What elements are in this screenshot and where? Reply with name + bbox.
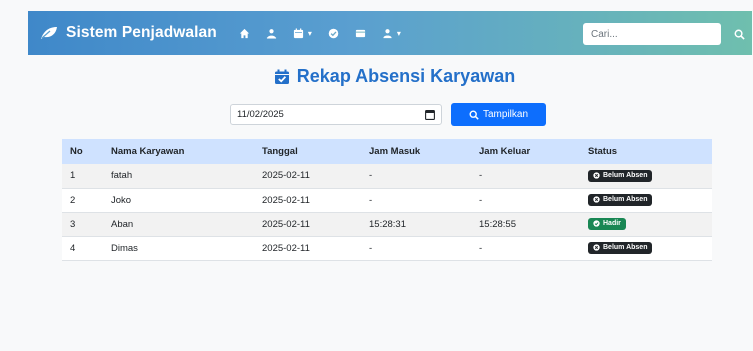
cell-name: Dimas: [103, 236, 254, 261]
table-row: 3 Aban 2025-02-11 15:28:31 15:28:55 Hadi…: [62, 212, 712, 237]
user-icon: [383, 28, 392, 38]
nav-check[interactable]: [320, 11, 347, 55]
chevron-down-icon: ▾: [307, 28, 312, 38]
calendar-icon: [293, 27, 303, 38]
cell-name: Aban: [103, 212, 254, 237]
table-header-row: No Nama Karyawan Tanggal Jam Masuk Jam K…: [62, 139, 712, 164]
nav-home[interactable]: [231, 11, 258, 55]
search-icon: [469, 109, 479, 120]
header-name: Nama Karyawan: [103, 139, 254, 164]
header-no: No: [62, 139, 103, 164]
home-icon: [239, 28, 249, 38]
table-row: 2 Joko 2025-02-11 - - Belum Absen: [62, 188, 712, 213]
search-input[interactable]: [583, 23, 721, 45]
cell-status: Hadir: [580, 212, 712, 237]
page-title: Rekap Absensi Karyawan: [0, 66, 753, 87]
search-icon: [734, 29, 745, 40]
navbar: Sistem Penjadwalan ▾ ▾: [28, 11, 752, 55]
check-circle-icon: [593, 220, 600, 227]
header-status: Status: [580, 139, 712, 164]
brand-title: Sistem Penjadwalan: [66, 24, 217, 41]
cell-check-out: -: [471, 188, 580, 213]
status-badge: Belum Absen: [588, 193, 653, 206]
x-circle-icon: [593, 172, 600, 179]
status-badge: Belum Absen: [588, 241, 653, 254]
cell-check-in: 15:28:31: [361, 212, 471, 237]
date-value: 11/02/2025: [237, 109, 284, 120]
header-date: Tanggal: [254, 139, 361, 164]
x-circle-icon: [593, 244, 600, 251]
cell-check-out: -: [471, 164, 580, 189]
header-check-out: Jam Keluar: [471, 139, 580, 164]
header-check-in: Jam Masuk: [361, 139, 471, 164]
cell-date: 2025-02-11: [254, 236, 361, 261]
cell-status: Belum Absen: [580, 236, 712, 261]
cell-status: Belum Absen: [580, 188, 712, 213]
nav-card[interactable]: [347, 11, 374, 55]
calendar-picker-icon[interactable]: [425, 109, 435, 120]
cell-date: 2025-02-11: [254, 212, 361, 237]
chevron-down-icon: ▾: [396, 28, 401, 38]
cell-status: Belum Absen: [580, 164, 712, 189]
status-text: Belum Absen: [603, 172, 648, 179]
status-text: Belum Absen: [603, 196, 648, 204]
id-card-icon: [355, 29, 365, 37]
cell-no: 2: [62, 188, 103, 213]
status-text: Belum Absen: [603, 244, 648, 252]
x-circle-icon: [593, 196, 600, 203]
status-badge: Hadir: [588, 217, 626, 230]
nav-user-dropdown[interactable]: ▾: [374, 11, 409, 55]
check-circle-icon: [328, 28, 339, 38]
users-icon: [266, 28, 276, 39]
table-row: 4 Dimas 2025-02-11 - - Belum Absen: [62, 236, 712, 261]
cell-check-in: -: [361, 188, 471, 213]
cell-check-in: -: [361, 236, 471, 261]
status-text: Hadir: [603, 220, 621, 228]
nav-calendar-dropdown[interactable]: ▾: [285, 11, 320, 55]
cell-no: 3: [62, 212, 103, 237]
cell-check-out: -: [471, 236, 580, 261]
cell-no: 4: [62, 236, 103, 261]
cell-check-in: -: [361, 164, 471, 189]
cell-name: Joko: [103, 188, 254, 213]
nav-users[interactable]: [258, 11, 285, 55]
cell-name: fatah: [103, 164, 254, 189]
show-button-label: Tampilkan: [482, 109, 529, 120]
cell-date: 2025-02-11: [254, 164, 361, 189]
table-row: 1 fatah 2025-02-11 - - Belum Absen: [62, 164, 712, 189]
cell-date: 2025-02-11: [254, 188, 361, 213]
brand[interactable]: Sistem Penjadwalan: [40, 11, 217, 55]
date-input[interactable]: 11/02/2025: [230, 104, 442, 125]
attendance-table: No Nama Karyawan Tanggal Jam Masuk Jam K…: [62, 139, 712, 261]
page-title-text: Rekap Absensi Karyawan: [296, 66, 516, 86]
cell-check-out: 15:28:55: [471, 212, 580, 237]
show-button[interactable]: Tampilkan: [451, 103, 546, 126]
status-badge: Belum Absen: [588, 169, 653, 182]
search-button[interactable]: [728, 23, 750, 45]
cell-no: 1: [62, 164, 103, 189]
leaf-icon: [41, 27, 57, 39]
calendar-check-icon: [274, 69, 289, 84]
